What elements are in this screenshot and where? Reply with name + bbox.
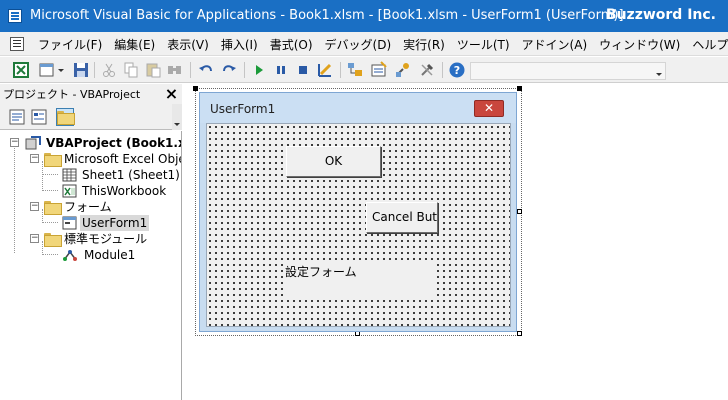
collapse-icon[interactable]: − [30, 154, 39, 163]
userform-title-bar: UserForm1 ✕ [200, 93, 516, 123]
collapse-icon[interactable]: − [30, 202, 39, 211]
module-icon [63, 250, 77, 261]
find-icon[interactable] [166, 61, 184, 79]
pause-icon[interactable] [272, 61, 290, 79]
menu-bar: ファイル(F) 編集(E) 表示(V) 挿入(I) 書式(O) デバッグ(D) … [0, 32, 728, 56]
paste-icon[interactable] [144, 61, 162, 79]
toolbox-icon[interactable] [418, 61, 436, 79]
menu-file[interactable]: ファイル(F) [32, 36, 108, 53]
project-explorer-title: プロジェクト - VBAProject [3, 88, 141, 101]
project-tree: − VBAProject (Book1.xlsm) − Microsoft Ex… [0, 131, 182, 400]
cancel-button[interactable]: Cancel Button [366, 202, 438, 233]
view-code-icon[interactable] [8, 108, 26, 126]
settings-form-label[interactable]: 設定フォーム [284, 263, 435, 296]
tree-label-userform1: UserForm1 [80, 215, 150, 231]
cut-icon[interactable] [100, 61, 118, 79]
folder-icon [44, 233, 62, 247]
vba-app-icon[interactable] [8, 9, 22, 23]
folder-icon [44, 201, 62, 215]
menu-insert[interactable]: 挿入(I) [215, 36, 264, 53]
menu-addins[interactable]: アドイン(A) [516, 36, 594, 53]
tree-label-thisworkbook: ThisWorkbook [82, 184, 167, 198]
menu-items: ファイル(F) 編集(E) 表示(V) 挿入(I) 書式(O) デバッグ(D) … [32, 36, 728, 53]
worksheet-icon [62, 168, 77, 182]
tree-node-module1[interactable]: Module1 [0, 247, 181, 263]
view-object-icon[interactable] [30, 108, 48, 126]
scroll-arrow-icon[interactable] [172, 104, 182, 130]
toolbar-separator [340, 62, 341, 78]
excel-view-icon[interactable] [12, 61, 30, 79]
position-indicator[interactable] [470, 62, 666, 80]
project-explorer-icon[interactable] [346, 61, 364, 79]
toolbar-separator [190, 62, 191, 78]
menu-run[interactable]: 実行(R) [397, 36, 451, 53]
project-explorer-header: プロジェクト - VBAProject × [0, 84, 182, 104]
menu-window[interactable]: ウィンドウ(W) [593, 36, 686, 53]
userform-window[interactable]: UserForm1 ✕ OK Cancel Button 設定フォーム [199, 92, 517, 332]
userform-icon [62, 216, 77, 230]
tree-label-excel-objects: Microsoft Excel Objects [64, 152, 181, 166]
close-icon[interactable]: × [163, 85, 180, 102]
toolbar-separator [442, 62, 443, 78]
menu-debug[interactable]: デバッグ(D) [319, 36, 398, 53]
save-icon[interactable] [72, 61, 90, 79]
undo-icon[interactable] [197, 61, 215, 79]
insert-dropdown-icon[interactable] [57, 61, 65, 79]
resize-handle[interactable] [193, 86, 198, 91]
collapse-icon[interactable]: − [10, 138, 19, 147]
stop-icon[interactable] [294, 61, 312, 79]
tree-node-excel-objects[interactable]: − Microsoft Excel Objects [0, 151, 181, 167]
tree-label-sheet1: Sheet1 (Sheet1) [82, 168, 180, 182]
menu-help[interactable]: ヘルプ(H) [686, 36, 728, 53]
folder-icon [57, 111, 75, 125]
menu-view[interactable]: 表示(V) [161, 36, 215, 53]
insert-userform-icon[interactable] [38, 61, 56, 79]
resize-handle[interactable] [517, 209, 522, 214]
tree-label-modules: 標準モジュール [64, 232, 148, 246]
tree-label-forms: フォーム [64, 200, 112, 214]
collapse-icon[interactable]: − [30, 234, 39, 243]
copy-icon[interactable] [122, 61, 140, 79]
workbook-icon [62, 184, 77, 198]
close-icon[interactable]: ✕ [474, 100, 504, 117]
object-browser-icon[interactable] [394, 61, 412, 79]
brand-label: Buzzword Inc. [605, 7, 716, 23]
tree-node-modules[interactable]: − 標準モジュール [0, 231, 181, 247]
properties-icon[interactable] [370, 61, 388, 79]
tree-node-vbaproject[interactable]: − VBAProject (Book1.xlsm) [0, 135, 181, 151]
menu-tools[interactable]: ツール(T) [451, 36, 516, 53]
run-icon[interactable] [250, 61, 268, 79]
design-mode-icon[interactable] [316, 61, 334, 79]
help-icon[interactable]: ? [448, 61, 466, 79]
standard-toolbar: ? [0, 57, 728, 83]
toolbar-separator [244, 62, 245, 78]
resize-handle[interactable] [517, 86, 522, 91]
redo-icon[interactable] [220, 61, 238, 79]
ok-button[interactable]: OK [286, 146, 381, 177]
userform-title: UserForm1 [210, 102, 276, 116]
title-bar: Microsoft Visual Basic for Applications … [0, 0, 728, 32]
svg-text:?: ? [454, 64, 460, 77]
menu-format[interactable]: 書式(O) [264, 36, 319, 53]
menu-edit[interactable]: 編集(E) [108, 36, 161, 53]
tree-node-sheet1[interactable]: Sheet1 (Sheet1) [0, 167, 181, 183]
folder-icon [44, 153, 62, 167]
tree-label-module1: Module1 [84, 248, 136, 262]
tree-node-userform1[interactable]: UserForm1 [0, 215, 181, 231]
toggle-folders-icon[interactable] [56, 108, 75, 126]
project-explorer-toolbar [0, 104, 182, 130]
tree-label-vbaproject: VBAProject (Book1.xlsm) [46, 136, 181, 150]
vbaproject-icon [25, 136, 41, 150]
resize-handle[interactable] [517, 331, 522, 336]
userform-canvas[interactable]: OK Cancel Button 設定フォーム [206, 123, 511, 327]
module-window-icon[interactable] [10, 37, 24, 51]
tree-node-thisworkbook[interactable]: ThisWorkbook [0, 183, 181, 199]
toolbar-separator [94, 62, 95, 78]
window-title: Microsoft Visual Basic for Applications … [30, 8, 624, 23]
tree-node-forms[interactable]: − フォーム [0, 199, 181, 215]
